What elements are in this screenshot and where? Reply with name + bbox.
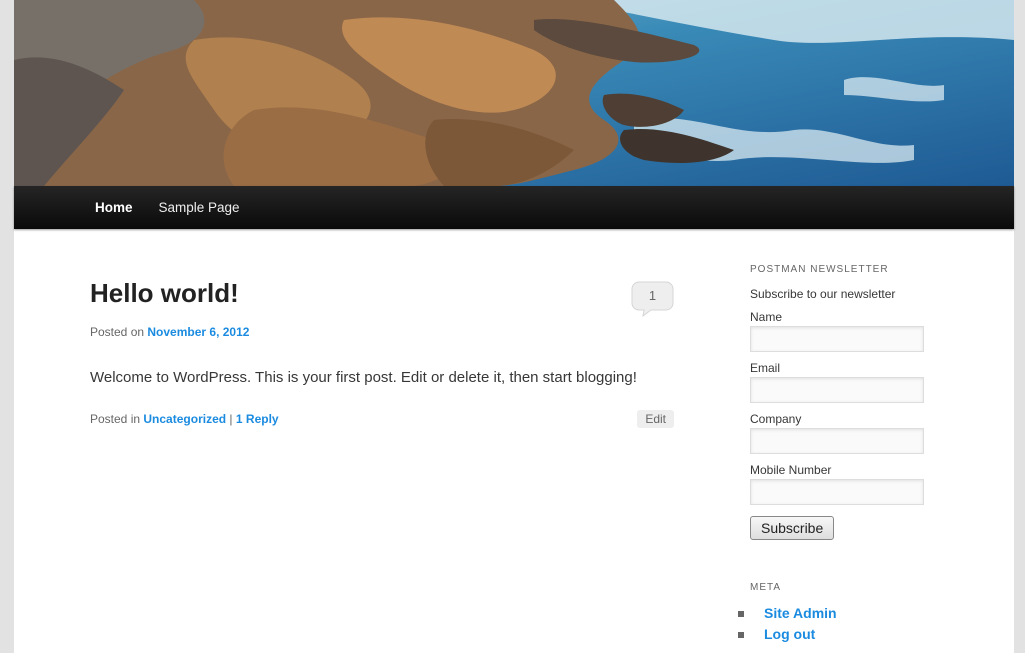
mobile-number-label: Mobile Number: [750, 463, 832, 477]
comments-bubble[interactable]: 1: [631, 281, 674, 317]
company-label: Company: [750, 412, 802, 426]
company-field[interactable]: [750, 428, 924, 454]
list-item: Site Admin: [738, 605, 950, 626]
subscribe-button[interactable]: Subscribe: [750, 516, 835, 540]
reply-link[interactable]: 1 Reply: [236, 412, 279, 426]
email-field[interactable]: [750, 377, 924, 403]
site-admin-link[interactable]: Site Admin: [764, 605, 837, 621]
post-title[interactable]: Hello world!: [90, 278, 674, 309]
mobile-number-field[interactable]: [750, 479, 924, 505]
header-image-art: [14, 0, 1014, 186]
newsletter-widget: POSTMAN NEWSLETTER Subscribe to our news…: [750, 264, 950, 540]
sidebar: POSTMAN NEWSLETTER Subscribe to our news…: [738, 264, 950, 647]
square-bullet-icon: [738, 632, 744, 638]
newsletter-description: Subscribe to our newsletter: [750, 287, 896, 301]
list-item: Log out: [738, 626, 950, 647]
edit-link[interactable]: Edit: [637, 410, 674, 429]
posted-in-label: Posted in: [90, 412, 141, 427]
email-label: Email: [750, 361, 781, 375]
meta-widget: META Site Admin Log out: [738, 582, 950, 647]
name-label: Name: [750, 310, 783, 324]
log-out-link[interactable]: Log out: [764, 626, 815, 642]
header-image[interactable]: [14, 0, 1014, 186]
post-meta: Posted on November 6, 2012: [90, 325, 674, 339]
square-bullet-icon: [738, 611, 744, 617]
post-date-link[interactable]: November 6, 2012: [147, 325, 249, 339]
category-link[interactable]: Uncategorized: [143, 412, 226, 426]
meta-list: Site Admin Log out: [738, 605, 950, 647]
post: Hello world! 1 Posted on November 6, 201…: [90, 258, 674, 429]
main-nav: Home Sample Page: [14, 186, 1014, 229]
post-content: Welcome to WordPress. This is your first…: [90, 369, 637, 387]
footer-separator: |: [229, 412, 233, 427]
name-field[interactable]: [750, 326, 924, 352]
comment-count: 1: [648, 288, 657, 303]
newsletter-title: POSTMAN NEWSLETTER: [750, 264, 889, 275]
page: Home Sample Page Hello world! 1 Posted o…: [14, 0, 1014, 653]
nav-item-home[interactable]: Home: [82, 186, 146, 229]
nav-item-sample-page[interactable]: Sample Page: [146, 186, 253, 229]
meta-title: META: [750, 582, 782, 593]
posted-on-label: Posted on: [90, 325, 145, 340]
post-footer: Posted in Uncategorized | 1 Reply Edit: [90, 410, 674, 429]
